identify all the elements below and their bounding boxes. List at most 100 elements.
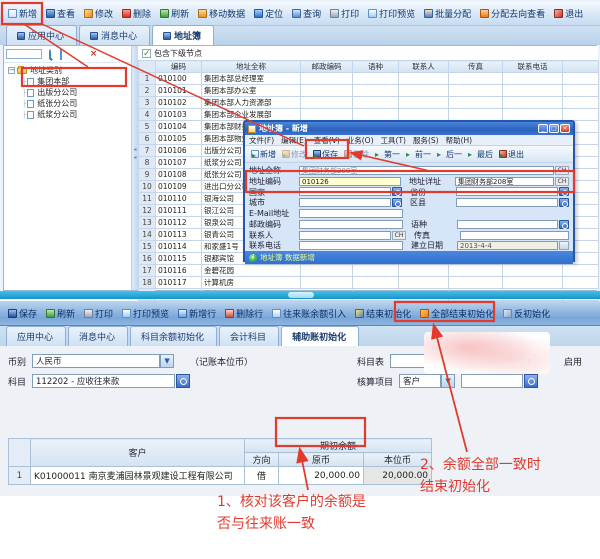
created-date-field[interactable]: 2013-4-4 bbox=[457, 241, 558, 250]
menu-item[interactable]: 服务(S) bbox=[413, 135, 439, 146]
tab[interactable]: 应用中心 bbox=[6, 25, 77, 45]
postcode-field[interactable] bbox=[299, 220, 403, 229]
assign-icon[interactable] bbox=[100, 50, 109, 59]
toolbar-button[interactable]: 刷新 bbox=[42, 305, 79, 322]
toolbar-button[interactable]: 退出 bbox=[550, 5, 587, 22]
toolbar-button[interactable]: 新增行 bbox=[174, 305, 220, 322]
toolbar-button[interactable]: 打印 bbox=[326, 5, 363, 22]
district-lookup-icon[interactable] bbox=[559, 198, 569, 207]
table-row[interactable]: 4 010103 集团本部企业发展部 bbox=[139, 109, 599, 121]
new-node-icon[interactable] bbox=[56, 50, 65, 59]
table-row[interactable]: 17 010116 金碧花园 bbox=[139, 265, 599, 277]
calendar-icon[interactable] bbox=[559, 241, 569, 250]
edit-node-icon[interactable] bbox=[78, 50, 87, 59]
toolbar-button[interactable]: 保存 bbox=[4, 305, 41, 322]
toolbar-button[interactable]: 定位 bbox=[250, 5, 287, 22]
language-ch-badge[interactable]: CH bbox=[555, 166, 569, 175]
close-button[interactable]: × bbox=[560, 124, 570, 133]
province-lookup-icon[interactable] bbox=[559, 187, 569, 196]
search-icon[interactable] bbox=[45, 50, 54, 59]
item-value-field[interactable] bbox=[461, 374, 523, 388]
tab[interactable]: 消息中心 bbox=[68, 326, 128, 346]
account-field[interactable]: 112202 - 应收往来款 bbox=[32, 374, 175, 388]
dialog-toolbar-button[interactable]: ▸ 修改 bbox=[279, 148, 310, 161]
dialog-toolbar-button[interactable]: ▸ 保存 bbox=[310, 148, 341, 161]
tree-node[interactable]: ├ 集团本部 bbox=[8, 76, 131, 87]
toolbar-button[interactable]: 打印 bbox=[80, 305, 117, 322]
full-name-field[interactable]: 集团财务部208室 bbox=[299, 166, 554, 175]
dialog-titlebar[interactable]: 地址簿 - 新增 _ □ × bbox=[245, 122, 573, 135]
toolbar-button[interactable]: 结束初始化 bbox=[351, 305, 415, 322]
original-amount-cell[interactable]: 20,000.00 bbox=[279, 467, 364, 485]
table-row[interactable]: 1 010100 集团本部总经理室 bbox=[139, 73, 599, 85]
dialog-toolbar-button[interactable]: ▸ 后一 bbox=[434, 148, 465, 161]
language-field[interactable] bbox=[457, 220, 558, 229]
tree-root-node[interactable]: − 地址类别 bbox=[8, 65, 131, 76]
item-lookup-icon[interactable] bbox=[524, 374, 538, 388]
browse-icon[interactable] bbox=[67, 50, 76, 59]
tab[interactable]: 科目余额初始化 bbox=[130, 326, 217, 346]
restore-button[interactable]: □ bbox=[549, 124, 559, 133]
phone-field[interactable] bbox=[299, 241, 403, 250]
delete-node-icon[interactable]: × bbox=[89, 50, 98, 59]
country-field[interactable] bbox=[299, 187, 391, 196]
tree-node[interactable]: ├ 纸浆分公司 bbox=[8, 109, 131, 120]
country-lookup-icon[interactable] bbox=[392, 187, 402, 196]
menu-item[interactable]: 文件(F) bbox=[249, 135, 274, 146]
fax-field[interactable] bbox=[460, 231, 569, 240]
toolbar-button[interactable]: 批量分配 bbox=[420, 5, 475, 22]
language-lookup-icon[interactable] bbox=[559, 220, 569, 229]
chevron-down-icon[interactable]: ▼ bbox=[441, 374, 455, 388]
chevron-down-icon[interactable]: ▼ bbox=[160, 354, 174, 368]
tab[interactable]: 消息中心 bbox=[79, 25, 150, 45]
table-row[interactable]: 1 K01000011 南京麦浦园林景观建设工程有限公司 借 20,000.00… bbox=[9, 467, 432, 485]
province-field[interactable] bbox=[456, 187, 558, 196]
toolbar-button[interactable]: 打印预览 bbox=[118, 305, 173, 322]
menu-item[interactable]: 编辑(E) bbox=[281, 135, 307, 146]
contact-ch-badge[interactable]: CH bbox=[392, 231, 406, 240]
toolbar-button[interactable]: 删除 bbox=[118, 5, 155, 22]
tab[interactable]: 应用中心 bbox=[6, 326, 66, 346]
email-field[interactable] bbox=[299, 209, 403, 218]
toolbar-button[interactable]: 新增 bbox=[4, 5, 41, 22]
contact-field[interactable] bbox=[299, 231, 391, 240]
tree-search-input[interactable] bbox=[6, 49, 42, 59]
toolbar-button[interactable]: 修改 bbox=[80, 5, 117, 22]
toolbar-button[interactable]: 删除行 bbox=[221, 305, 267, 322]
toolbar-button[interactable]: 查看 bbox=[42, 5, 79, 22]
toolbar-button[interactable]: 移动数据 bbox=[194, 5, 249, 22]
dialog-toolbar-button[interactable]: ▸ 前一 bbox=[403, 148, 434, 161]
city-lookup-icon[interactable] bbox=[392, 198, 402, 207]
district-field[interactable] bbox=[456, 198, 558, 207]
tree-expander-icon[interactable]: − bbox=[8, 67, 15, 74]
tab[interactable]: 地址簿 bbox=[152, 25, 214, 45]
minimize-button[interactable]: _ bbox=[538, 124, 548, 133]
toolbar-button[interactable]: 全部结束初始化 bbox=[416, 305, 498, 322]
menu-item[interactable]: 业务(O) bbox=[347, 135, 374, 146]
dialog-toolbar-button[interactable]: ▸ 退出 bbox=[496, 148, 527, 161]
toolbar-button[interactable]: 查询 bbox=[288, 5, 325, 22]
account-lookup-icon[interactable] bbox=[176, 374, 190, 388]
dialog-toolbar-button[interactable]: ▸ 删除 bbox=[341, 148, 372, 161]
code-field[interactable]: 010126 bbox=[299, 177, 401, 186]
item-type-select[interactable]: 客户 bbox=[399, 374, 441, 388]
menu-item[interactable]: 帮助(H) bbox=[446, 135, 473, 146]
toolbar-button[interactable]: 往来账余额引入 bbox=[268, 305, 350, 322]
table-row[interactable]: 3 010102 集团本部人力资源部 bbox=[139, 97, 599, 109]
tree-node[interactable]: ├ 出版分公司 bbox=[8, 87, 131, 98]
detail-ch-badge[interactable]: CH bbox=[555, 177, 569, 186]
toolbar-button[interactable]: 分配去向查看 bbox=[476, 5, 549, 22]
toolbar-button[interactable]: 反初始化 bbox=[499, 305, 554, 322]
dialog-toolbar-button[interactable]: ▸ 最后 bbox=[465, 148, 496, 161]
dialog-toolbar-button[interactable]: ▸ 新增 bbox=[248, 148, 279, 161]
toolbar-button[interactable]: 打印预览 bbox=[364, 5, 419, 22]
tree-node[interactable]: ├ 纸张分公司 bbox=[8, 98, 131, 109]
currency-select[interactable]: 人民币 bbox=[32, 354, 160, 368]
menu-item[interactable]: 工具(T) bbox=[381, 135, 406, 146]
include-children-checkbox[interactable]: ✓ bbox=[142, 49, 151, 58]
detail-field[interactable]: 集团财务部208室 bbox=[455, 177, 554, 186]
toolbar-button[interactable]: 刷新 bbox=[156, 5, 193, 22]
tab[interactable]: 辅助账初始化 bbox=[281, 326, 359, 346]
table-row[interactable]: 2 010101 集团本部办公室 bbox=[139, 85, 599, 97]
table-row[interactable]: 18 010117 计算机房 bbox=[139, 277, 599, 289]
